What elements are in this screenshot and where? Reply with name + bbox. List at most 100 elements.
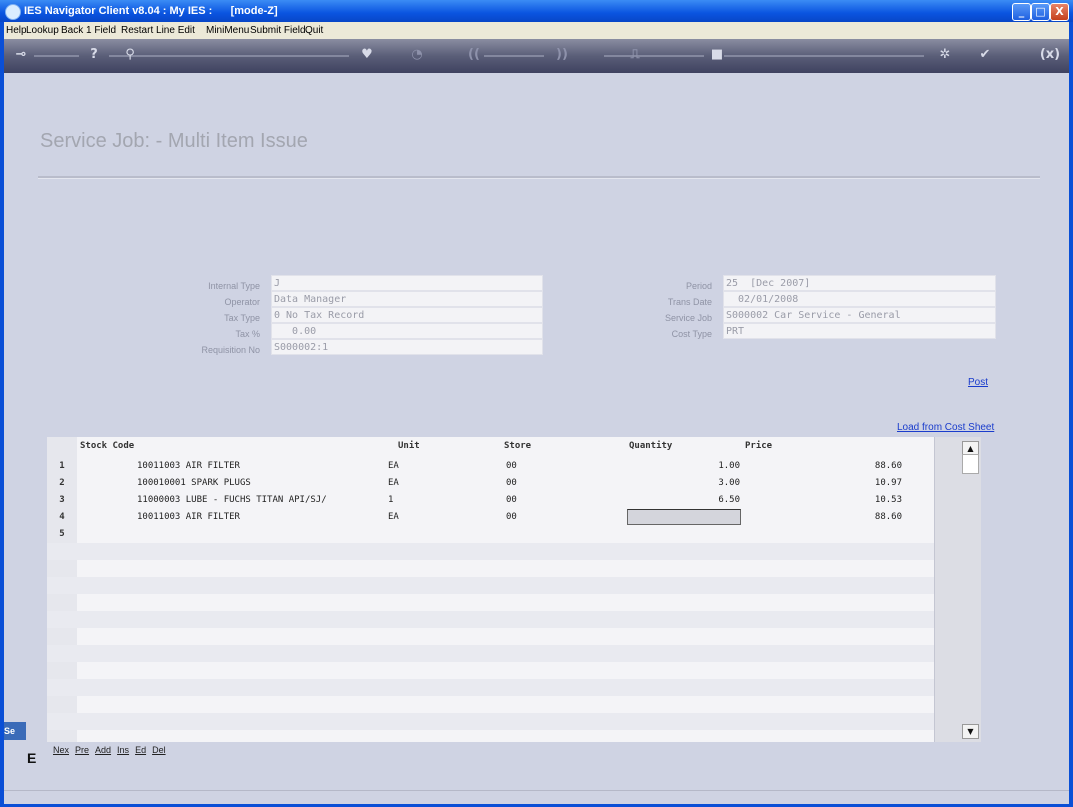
next-row-button[interactable]: Nex <box>53 745 69 755</box>
cell-quantity[interactable]: 3.00 <box>627 478 740 488</box>
label-service-job: Service Job <box>664 313 712 323</box>
cell-stock[interactable]: 11000003 LUBE - FUCHS TITAN API/SJ/ <box>137 495 327 505</box>
menu-submit-field[interactable]: Submit Field <box>250 25 306 36</box>
table-row[interactable]: 5 <box>47 526 934 543</box>
cell-store[interactable]: 00 <box>506 478 517 488</box>
menu-quit[interactable]: Quit <box>305 25 323 36</box>
scroll-down-icon[interactable]: ▼ <box>962 724 979 739</box>
menu-restart-line-edit[interactable]: Restart Line Edit <box>121 25 195 36</box>
heart-icon[interactable]: ♥ <box>354 45 380 65</box>
stop-icon[interactable]: ■ <box>704 45 730 65</box>
grid-scrollbar[interactable]: ▲ ▼ <box>934 437 981 742</box>
label-tax-percent: Tax % <box>235 329 260 339</box>
cost-type-field[interactable]: PRT <box>723 323 996 339</box>
header-stock-code: Stock Code <box>80 441 135 451</box>
toolbar-divider <box>109 55 349 57</box>
menu-help[interactable]: Help <box>6 25 27 36</box>
empty-row[interactable] <box>47 662 934 679</box>
table-row[interactable]: 1 10011003 AIR FILTER EA 00 1.00 88.60 <box>47 458 934 475</box>
side-tab[interactable]: Se <box>4 722 26 740</box>
cell-stock[interactable]: 10011003 AIR FILTER <box>137 461 240 471</box>
post-link[interactable]: Post <box>968 377 988 388</box>
toolbar-divider <box>484 55 544 57</box>
tax-type-field[interactable]: 0 No Tax Record <box>271 307 543 323</box>
empty-row[interactable] <box>47 713 934 730</box>
tax-percent-field[interactable]: 0.00 <box>271 323 543 339</box>
cell-unit[interactable]: EA <box>388 461 399 471</box>
quantity-input[interactable] <box>627 509 741 525</box>
empty-row[interactable] <box>47 645 934 662</box>
gear-icon[interactable]: ✲ <box>932 45 958 65</box>
key-icon[interactable]: ⊸ <box>8 45 34 65</box>
cell-unit[interactable]: EA <box>388 478 399 488</box>
app-icon <box>5 4 21 20</box>
cell-price[interactable]: 10.97 <box>807 478 902 488</box>
cell-store[interactable]: 00 <box>506 461 517 471</box>
toolbar: ⊸ ? ⚲ ♥ ◔ (( )) ⎍ ■ ✲ ✔ (x) <box>4 39 1069 73</box>
empty-row[interactable] <box>47 577 934 594</box>
label-tax-type: Tax Type <box>224 313 260 323</box>
empty-row[interactable] <box>47 543 934 560</box>
empty-row[interactable] <box>47 696 934 713</box>
empty-row[interactable] <box>47 679 934 696</box>
scroll-thumb[interactable] <box>962 454 979 474</box>
page-title: Service Job: - Multi Item Issue <box>40 130 308 152</box>
period-field[interactable]: 25 [Dec 2007] <box>723 275 996 291</box>
title-bar[interactable]: IES Navigator Client v8.04 : My IES : [m… <box>0 0 1073 22</box>
close-toolbar-button[interactable]: (x) <box>1036 45 1064 65</box>
delete-row-button[interactable]: Del <box>152 745 166 755</box>
empty-row[interactable] <box>47 560 934 577</box>
clock-icon[interactable]: ◔ <box>404 45 430 65</box>
header-store: Store <box>504 441 532 451</box>
minimize-button[interactable]: _ <box>1012 3 1031 21</box>
prev-row-button[interactable]: Pre <box>75 745 89 755</box>
load-from-cost-sheet-link[interactable]: Load from Cost Sheet <box>897 422 994 433</box>
previous-button[interactable]: (( <box>461 45 487 65</box>
menu-lookup[interactable]: Lookup <box>26 25 59 36</box>
trans-date-field[interactable]: 02/01/2008 <box>723 291 996 307</box>
cell-price[interactable]: 88.60 <box>807 461 902 471</box>
insert-row-button[interactable]: Ins <box>117 745 129 755</box>
cell-stock[interactable]: 100010001 SPARK PLUGS <box>137 478 251 488</box>
label-period: Period <box>685 281 712 291</box>
table-row[interactable]: 2 100010001 SPARK PLUGS EA 00 3.00 10.97 <box>47 475 934 492</box>
menu-minimenu[interactable]: MiniMenu <box>206 25 249 36</box>
cell-unit[interactable]: EA <box>388 512 399 522</box>
cell-quantity[interactable]: 1.00 <box>627 461 740 471</box>
table-row[interactable]: 4 10011003 AIR FILTER EA 00 88.60 <box>47 509 934 526</box>
header-price: Price <box>745 441 773 451</box>
export-icon[interactable]: ⎍ <box>622 45 648 65</box>
cell-unit[interactable]: 1 <box>388 495 393 505</box>
row-number: 4 <box>59 512 65 522</box>
row-number: 2 <box>59 478 65 488</box>
close-button[interactable]: X <box>1050 3 1069 21</box>
add-row-button[interactable]: Add <box>95 745 111 755</box>
check-icon[interactable]: ✔ <box>972 45 998 65</box>
row-number: 3 <box>59 495 65 505</box>
help-button[interactable]: ? <box>81 45 107 65</box>
label-internal-type: Internal Type <box>208 281 260 291</box>
toolbar-divider <box>604 55 704 57</box>
service-job-field[interactable]: S000002 Car Service - General <box>723 307 996 323</box>
cell-price[interactable]: 10.53 <box>807 495 902 505</box>
menu-back-1-field[interactable]: Back 1 Field <box>61 25 116 36</box>
maximize-button[interactable]: □ <box>1031 3 1050 21</box>
items-grid: Stock Code Unit Store Quantity Price 1 1… <box>47 437 935 742</box>
empty-row[interactable] <box>47 628 934 645</box>
cell-price[interactable]: 88.60 <box>807 512 902 522</box>
operator-field[interactable]: Data Manager <box>271 291 543 307</box>
table-row[interactable]: 3 11000003 LUBE - FUCHS TITAN API/SJ/ 1 … <box>47 492 934 509</box>
search-icon[interactable]: ⚲ <box>117 45 143 65</box>
label-requisition-no: Requisition No <box>201 345 260 355</box>
edit-row-button[interactable]: Ed <box>135 745 146 755</box>
internal-type-field[interactable]: J <box>271 275 543 291</box>
next-button[interactable]: )) <box>549 45 575 65</box>
cell-stock[interactable]: 10011003 AIR FILTER <box>137 512 240 522</box>
cell-store[interactable]: 00 <box>506 495 517 505</box>
empty-row[interactable] <box>47 594 934 611</box>
row-actions: Nex Pre Add Ins Ed Del <box>53 745 172 755</box>
cell-quantity[interactable]: 6.50 <box>627 495 740 505</box>
requisition-no-field[interactable]: S000002:1 <box>271 339 543 355</box>
cell-store[interactable]: 00 <box>506 512 517 522</box>
empty-row[interactable] <box>47 611 934 628</box>
